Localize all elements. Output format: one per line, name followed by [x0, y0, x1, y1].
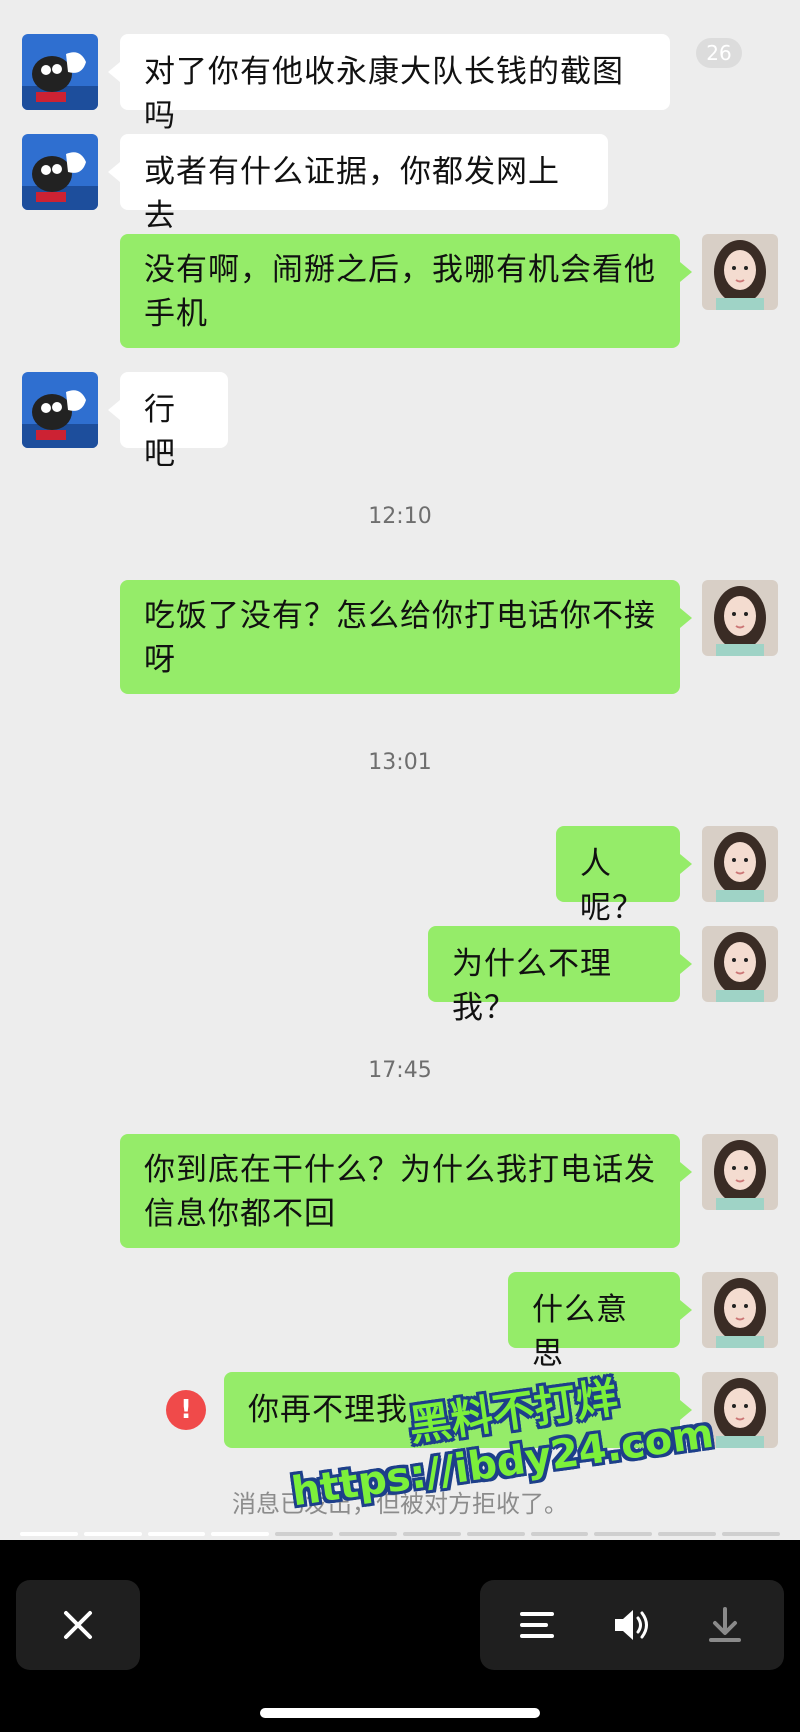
progress-segment — [339, 1532, 397, 1536]
contact-avatar[interactable] — [22, 372, 98, 448]
message-bubble-outgoing[interactable]: 没有啊，闹掰之后，我哪有机会看他手机 — [120, 234, 692, 348]
user-avatar[interactable] — [702, 580, 778, 656]
message-bubble-incoming[interactable]: 对了你有他收永康大队长钱的截图吗 — [108, 34, 670, 134]
user-avatar[interactable] — [702, 826, 778, 902]
message-row: 对了你有他收永康大队长钱的截图吗 — [0, 34, 800, 134]
message-row: 什么意思 — [0, 1272, 800, 1372]
progress-segment — [658, 1532, 717, 1536]
progress-segment — [722, 1532, 780, 1536]
progress-segment — [402, 1532, 461, 1536]
message-row: 或者有什么证据，你都发网上去 — [0, 134, 800, 234]
download-button[interactable] — [704, 1604, 746, 1646]
user-avatar[interactable] — [702, 926, 778, 1002]
sound-button[interactable] — [610, 1604, 652, 1646]
timestamp: 13:01 — [368, 750, 432, 775]
message-bubble-incoming[interactable]: 或者有什么证据，你都发网上去 — [108, 134, 608, 234]
progress-segment — [20, 1532, 78, 1536]
message-bubble-outgoing[interactable]: 吃饭了没有？怎么给你打电话你不接呀 — [120, 580, 692, 694]
message-row: 没有啊，闹掰之后，我哪有机会看他手机 — [0, 234, 800, 348]
menu-icon — [520, 1612, 554, 1638]
home-indicator[interactable] — [260, 1708, 540, 1718]
message-bubble-outgoing[interactable]: 为什么不理我？ — [428, 926, 692, 1026]
message-row: 为什么不理我？ — [0, 926, 800, 1026]
message-bubble-outgoing[interactable]: 人呢？ — [556, 826, 692, 926]
close-button[interactable] — [16, 1580, 140, 1670]
close-icon — [64, 1611, 92, 1639]
message-bubble-outgoing[interactable]: 什么意思 — [508, 1272, 692, 1372]
media-controls — [480, 1580, 784, 1670]
menu-button[interactable] — [516, 1604, 558, 1646]
timestamp: 12:10 — [368, 504, 432, 529]
message-bubble-incoming[interactable]: 行吧 — [108, 372, 228, 472]
speaker-icon — [615, 1610, 648, 1640]
send-failed-icon[interactable]: ! — [166, 1390, 206, 1430]
progress-segment — [147, 1532, 206, 1536]
story-progress-bar — [20, 1532, 780, 1536]
progress-segment — [594, 1532, 653, 1536]
contact-avatar[interactable] — [22, 134, 98, 210]
message-row: 人呢？ — [0, 826, 800, 926]
progress-segment — [530, 1532, 589, 1536]
chat-screen: 26 对了你有他收永康大队长钱的截图吗 或者有什么证据，你都发网上去 没有啊，闹… — [0, 0, 800, 1540]
message-row: 你到底在干什么？为什么我打电话发信息你都不回 — [0, 1134, 800, 1248]
progress-segment — [211, 1532, 270, 1536]
timestamp: 17:45 — [368, 1058, 432, 1083]
progress-segment — [466, 1532, 525, 1536]
message-row: 行吧 — [0, 372, 800, 472]
user-avatar[interactable] — [702, 1272, 778, 1348]
progress-segment — [83, 1532, 142, 1536]
progress-segment — [275, 1532, 334, 1536]
user-avatar[interactable] — [702, 234, 778, 310]
message-row: 吃饭了没有？怎么给你打电话你不接呀 — [0, 580, 800, 694]
user-avatar[interactable] — [702, 1134, 778, 1210]
message-bubble-outgoing[interactable]: 你到底在干什么？为什么我打电话发信息你都不回 — [120, 1134, 692, 1248]
download-icon — [709, 1607, 741, 1642]
contact-avatar[interactable] — [22, 34, 98, 110]
